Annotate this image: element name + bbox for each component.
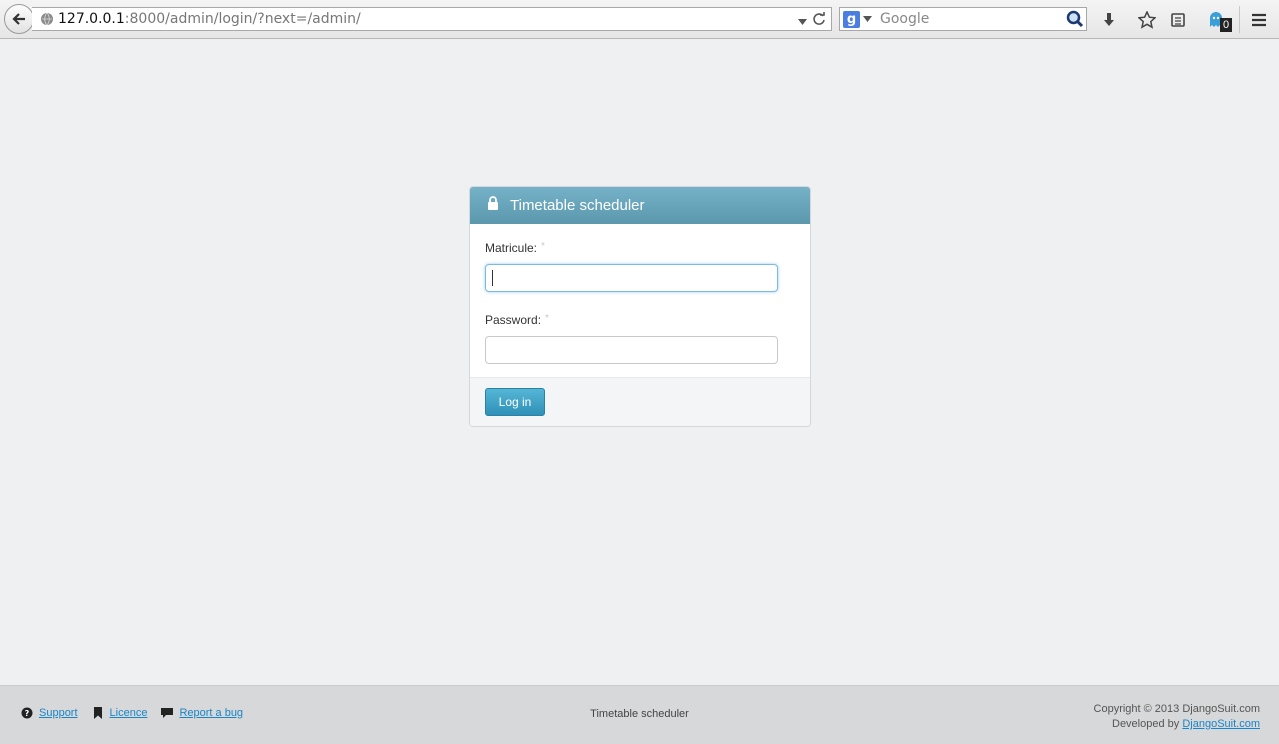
developer-link[interactable]: DjangoSuit.com (1182, 718, 1260, 730)
toolbar-separator (1239, 6, 1240, 33)
back-arrow-icon (12, 13, 25, 25)
globe-icon (40, 12, 54, 26)
matricule-label: Matricule: * (485, 241, 545, 255)
search-bar[interactable]: g Google (839, 7, 1087, 31)
login-actions: Log in (470, 377, 810, 426)
url-dropdown-icon[interactable] (798, 14, 807, 30)
login-form: Matricule: * Password: * (470, 224, 810, 364)
reading-list-icon[interactable] (1168, 10, 1188, 30)
developed-by: Developed by DjangoSuit.com (1112, 718, 1260, 730)
footer-app-name: Timetable scheduler (590, 708, 689, 720)
matricule-input[interactable] (485, 264, 778, 292)
required-mark: * (541, 241, 545, 252)
reload-icon[interactable] (812, 12, 826, 30)
extension-badge: 0 (1220, 18, 1233, 32)
back-button[interactable] (4, 4, 34, 34)
page-footer: ? Support Licence Report a bug Timetable… (0, 685, 1279, 744)
password-input[interactable] (485, 336, 778, 364)
google-engine-icon[interactable]: g (843, 10, 860, 28)
bookmark-star-icon[interactable] (1137, 10, 1157, 30)
footer-credits: Copyright © 2013 DjangoSuit.com Develope… (1094, 702, 1260, 732)
download-icon[interactable] (1099, 10, 1119, 30)
search-input[interactable]: Google (880, 11, 929, 27)
password-label: Password: * (485, 313, 549, 327)
copyright-text: Copyright © 2013 DjangoSuit.com (1093, 703, 1260, 715)
address-bar[interactable]: 127.0.0.1:8000/admin/login/?next=/admin/ (32, 7, 832, 31)
menu-icon[interactable] (1249, 10, 1269, 30)
login-title: Timetable scheduler (510, 197, 645, 214)
text-cursor (492, 270, 493, 286)
url-host: 127.0.0.1 (58, 11, 125, 27)
browser-toolbar: 127.0.0.1:8000/admin/login/?next=/admin/… (0, 0, 1279, 39)
search-engine-dropdown-icon[interactable] (863, 11, 872, 27)
login-header: Timetable scheduler (470, 187, 810, 224)
login-panel: Timetable scheduler Matricule: * Password… (469, 186, 811, 427)
required-mark: * (545, 313, 549, 324)
search-icon[interactable] (1066, 10, 1084, 32)
lock-icon (487, 195, 499, 210)
login-button[interactable]: Log in (485, 388, 545, 416)
url-path: :8000/admin/login/?next=/admin/ (124, 11, 361, 27)
